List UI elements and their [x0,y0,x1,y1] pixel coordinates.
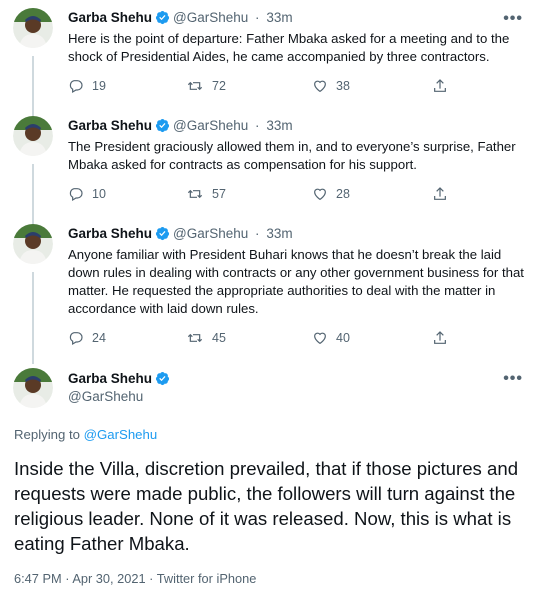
replying-to: Replying to @GarShehu [14,426,157,444]
reply-count: 24 [92,331,106,345]
tweet-header: Garba Shehu @GarShehu · 33m [68,8,293,28]
tweet-text: Here is the point of departure: Father M… [68,31,510,64]
retweet-count: 72 [212,79,226,93]
share-icon [434,331,446,344]
main-tweet: Garba Shehu @GarShehu ••• Replying to @G… [0,366,541,593]
replying-prefix: Replying to [14,427,80,442]
tweet-actions: 10 57 28 [68,184,468,204]
share-button[interactable] [432,184,456,204]
retweet-count: 45 [212,331,226,345]
like-button[interactable]: 28 [312,184,350,204]
tweet-actions: 19 72 38 [68,76,468,96]
author-name-text[interactable]: Garba Shehu [68,371,152,386]
tweet-text: Anyone familiar with President Buhari kn… [68,247,524,316]
more-options-icon[interactable]: ••• [503,371,523,387]
retweet-icon [187,189,203,199]
more-options-icon[interactable]: ••• [503,11,523,27]
like-button[interactable]: 38 [312,76,350,96]
reply-button[interactable]: 24 [68,328,106,348]
author-handle[interactable]: @GarShehu [173,118,248,133]
reply-icon [69,80,83,94]
like-count: 38 [336,79,350,93]
like-button[interactable]: 40 [312,328,350,348]
verified-icon [155,226,170,247]
reply-button[interactable]: 19 [68,76,106,96]
avatar[interactable] [13,368,53,408]
tweet-time[interactable]: 33m [266,10,292,25]
tweet-time[interactable]: 33m [266,118,292,133]
heart-icon [314,80,326,93]
tweet-3[interactable]: Garba Shehu @GarShehu · 33m Anyone famili… [0,222,541,364]
heart-icon [314,188,326,201]
retweet-button[interactable]: 45 [186,328,226,348]
avatar[interactable] [13,116,53,156]
thread-line [32,164,34,224]
author-name[interactable]: Garba Shehu [68,226,152,241]
author-handle[interactable]: @GarShehu [173,226,248,241]
author-name[interactable]: Garba Shehu [68,10,152,25]
replying-handle-link[interactable]: @GarShehu [84,427,158,442]
tweet-1[interactable]: Garba Shehu @GarShehu · 33m ••• Here is t… [0,8,541,116]
tweet-text: The President graciously allowed them in… [68,139,516,172]
like-count: 40 [336,331,350,345]
author-name[interactable]: Garba Shehu [68,118,152,133]
reply-button[interactable]: 10 [68,184,106,204]
verified-icon [155,118,170,139]
thread-line [32,56,34,116]
tweet-time[interactable]: 33m [266,226,292,241]
main-tweet-text: Inside the Villa, discretion prevailed, … [14,458,519,554]
tweet-header: Garba Shehu @GarShehu · 33m [68,224,293,244]
verified-icon [155,10,170,31]
share-icon [434,79,446,92]
retweet-button[interactable]: 57 [186,184,226,204]
tweet-header: Garba Shehu @GarShehu · 33m [68,116,293,136]
like-count: 28 [336,187,350,201]
author-handle[interactable]: @GarShehu [173,10,248,25]
tweet-actions: 24 45 40 [68,328,468,348]
avatar[interactable] [13,8,53,48]
reply-count: 10 [92,187,106,201]
reply-icon [69,188,83,202]
separator: · [255,118,260,133]
retweet-icon [187,333,203,343]
share-button[interactable] [432,328,456,348]
retweet-button[interactable]: 72 [186,76,226,96]
reply-count: 19 [92,79,106,93]
tweet-meta[interactable]: 6:47 PM · Apr 30, 2021 · Twitter for iPh… [14,570,256,588]
author-handle[interactable]: @GarShehu [68,388,143,406]
avatar[interactable] [13,224,53,264]
thread-line [32,272,34,364]
separator: · [255,10,260,25]
share-button[interactable] [432,76,456,96]
retweet-count: 57 [212,187,226,201]
separator: · [255,226,260,241]
retweet-icon [187,81,203,91]
reply-icon [69,332,83,346]
heart-icon [314,332,326,345]
tweet-2[interactable]: Garba Shehu @GarShehu · 33m The President… [0,114,541,224]
verified-icon [155,371,170,391]
share-icon [434,187,446,200]
